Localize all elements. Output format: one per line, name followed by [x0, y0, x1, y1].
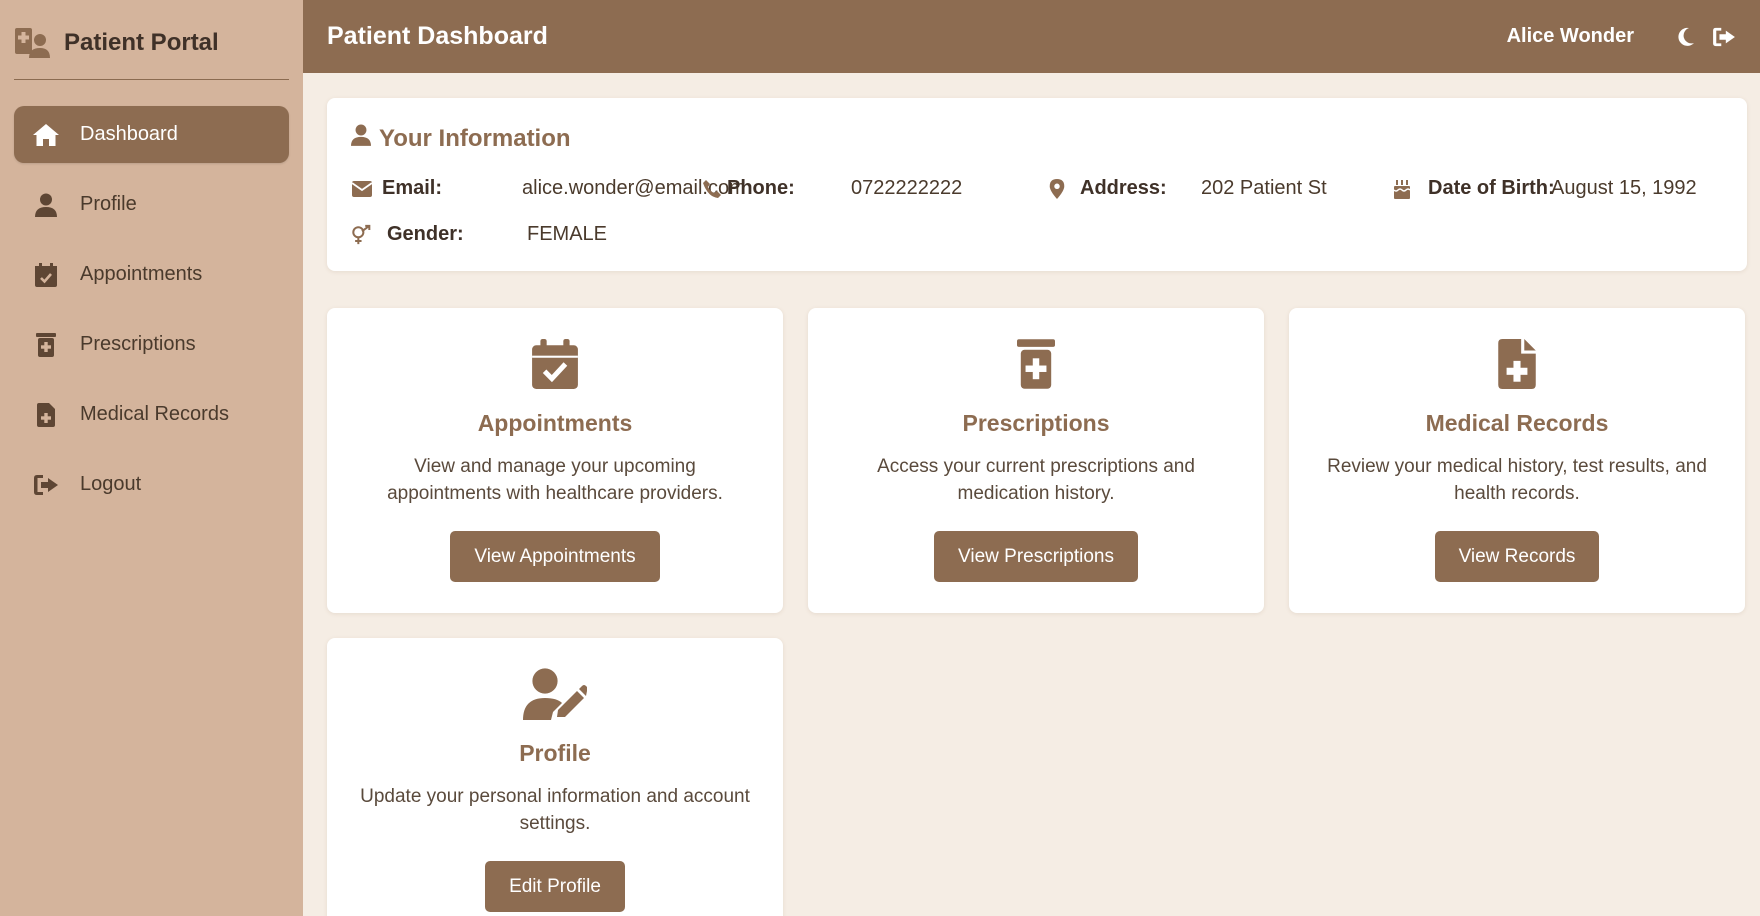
- card-description: Access your current prescriptions and me…: [877, 456, 1195, 504]
- card-description: View and manage your upcoming appointmen…: [387, 456, 723, 504]
- appointments-card: Appointments View and manage your upcomi…: [327, 308, 783, 613]
- user-icon: [351, 124, 379, 153]
- sidebar-nav: Dashboard Profile Appointments Prescript…: [14, 106, 289, 513]
- file-medical-icon: [1289, 338, 1745, 390]
- dob-label: Date of Birth:: [1428, 177, 1555, 199]
- gender-value: FEMALE: [527, 223, 608, 245]
- top-header: Patient Dashboard Alice Wonder: [303, 0, 1760, 73]
- page-title: Patient Dashboard: [327, 22, 548, 50]
- profile-card: Profile Update your personal information…: [327, 638, 783, 916]
- medical-records-card: Medical Records Review your medical hist…: [1289, 308, 1745, 613]
- dob-field: Date of Birth: August 15, 1992: [1391, 177, 1697, 200]
- edit-profile-button[interactable]: Edit Profile: [485, 861, 625, 912]
- sidebar-item-label: Appointments: [80, 263, 203, 285]
- info-card: Your Information Email: alice.wonder@ema…: [327, 98, 1747, 271]
- home-icon: [32, 121, 60, 149]
- sidebar-item-prescriptions[interactable]: Prescriptions: [14, 316, 289, 373]
- view-appointments-button[interactable]: View Appointments: [450, 531, 660, 582]
- view-prescriptions-button[interactable]: View Prescriptions: [934, 531, 1138, 582]
- sidebar-item-logout[interactable]: Logout: [14, 456, 289, 513]
- gender-field: Gender: FEMALE: [351, 223, 607, 246]
- card-title: Profile: [519, 740, 591, 766]
- info-title-text: Your Information: [379, 124, 571, 152]
- phone-label: Phone:: [727, 177, 795, 199]
- card-title: Medical Records: [1425, 410, 1609, 436]
- brand-title: Patient Portal: [64, 28, 219, 56]
- phone-field: Phone: 0722222222: [701, 177, 962, 200]
- info-row: Email: alice.wonder@email.com Phone: 072…: [351, 177, 1723, 203]
- sign-out-icon: [32, 471, 60, 499]
- sidebar-item-dashboard[interactable]: Dashboard: [14, 106, 289, 163]
- email-label: Email:: [382, 177, 443, 199]
- sign-out-icon[interactable]: [1712, 25, 1736, 49]
- address-field: Address: 202 Patient St: [1046, 177, 1327, 200]
- sidebar-item-label: Dashboard: [80, 123, 178, 145]
- sidebar: Patient Portal Dashboard Profile Appoint…: [0, 0, 303, 916]
- birthday-cake-icon: [1391, 178, 1413, 200]
- map-marker-icon: [1046, 178, 1068, 200]
- address-value: 202 Patient St: [1201, 177, 1327, 199]
- envelope-icon: [351, 178, 373, 200]
- sidebar-item-profile[interactable]: Profile: [14, 176, 289, 233]
- view-records-button[interactable]: View Records: [1434, 531, 1600, 582]
- email-field: Email: alice.wonder@email.com: [351, 177, 746, 200]
- sidebar-item-label: Medical Records: [80, 403, 229, 425]
- prescription-bottle-icon: [808, 338, 1264, 390]
- phone-value: 0722222222: [851, 177, 963, 199]
- calendar-check-icon: [32, 261, 60, 289]
- info-row: Gender: FEMALE: [351, 223, 1723, 249]
- file-medical-icon: [32, 401, 60, 429]
- venus-mars-icon: [351, 224, 373, 246]
- card-grid: Appointments View and manage your upcomi…: [327, 308, 1747, 916]
- card-description: Update your personal information and acc…: [360, 786, 750, 834]
- sidebar-item-medical-records[interactable]: Medical Records: [14, 386, 289, 443]
- phone-icon: [701, 178, 723, 200]
- moon-icon[interactable]: [1674, 25, 1698, 49]
- card-title: Prescriptions: [962, 410, 1110, 436]
- card-title: Appointments: [477, 410, 633, 436]
- prescriptions-card: Prescriptions Access your current prescr…: [808, 308, 1264, 613]
- calendar-check-icon: [327, 338, 783, 390]
- sidebar-item-label: Prescriptions: [80, 333, 196, 355]
- gender-label: Gender:: [387, 223, 464, 245]
- user-icon: [32, 191, 60, 219]
- user-name: Alice Wonder: [1506, 25, 1634, 47]
- brand: Patient Portal: [14, 0, 289, 80]
- dob-value: August 15, 1992: [1551, 177, 1697, 199]
- address-label: Address:: [1080, 177, 1167, 199]
- main-content: Your Information Email: alice.wonder@ema…: [327, 98, 1747, 916]
- card-description: Review your medical history, test result…: [1327, 456, 1707, 504]
- sidebar-item-label: Profile: [80, 193, 137, 215]
- user-edit-icon: [327, 668, 783, 720]
- hospital-user-icon: [14, 26, 50, 60]
- sidebar-item-appointments[interactable]: Appointments: [14, 246, 289, 303]
- info-title: Your Information: [351, 124, 1723, 153]
- prescription-bottle-icon: [32, 331, 60, 359]
- sidebar-item-label: Logout: [80, 473, 142, 495]
